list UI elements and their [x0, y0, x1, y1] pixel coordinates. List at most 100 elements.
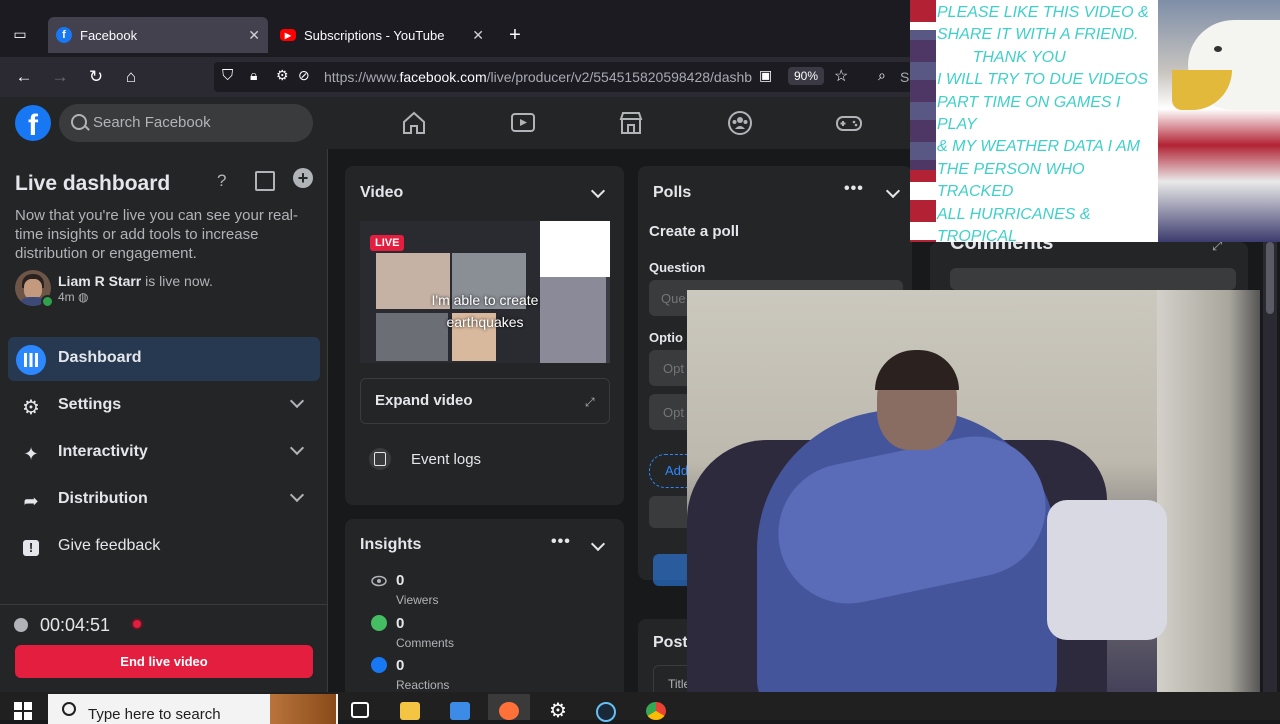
comments-filter[interactable] — [950, 268, 1236, 290]
facebook-logo-icon[interactable]: f — [15, 105, 51, 141]
url-bar[interactable]: ⛉ 🔒︎ ⚙ ⊘ https://www.facebook.com/live/p… — [214, 62, 974, 92]
video-caption: I'm able to create earthquakes — [431, 292, 539, 330]
dashboard-description: Now that you're live you can see your re… — [15, 207, 299, 262]
url-text[interactable]: https://www.facebook.com/live/producer/v… — [324, 69, 752, 85]
watch-icon[interactable] — [509, 109, 537, 137]
reactions-label: Reactions — [396, 678, 450, 692]
groups-icon[interactable] — [726, 109, 754, 137]
chevron-down-icon[interactable] — [885, 183, 901, 199]
sidebar-item-label: Settings — [58, 396, 122, 413]
sidebar-item-distribution[interactable]: ➦ Distribution — [8, 478, 320, 522]
reactions-count: 0 — [396, 657, 405, 674]
facebook-f-icon: f — [56, 27, 72, 43]
settings-icon[interactable]: ⚙ — [537, 694, 579, 722]
page-title: Live dashboard — [15, 172, 171, 195]
sidebar-item-settings[interactable]: ⚙ Settings — [8, 384, 320, 428]
more-options-icon[interactable]: ••• — [551, 533, 571, 551]
home-icon[interactable]: ⌂ — [119, 65, 143, 89]
card-title: Post — [653, 634, 688, 651]
video-card: Video LIVE I'm able to create earthquake… — [345, 166, 624, 505]
bookmark-star-icon[interactable]: ☆ — [834, 66, 848, 86]
steam-icon[interactable] — [585, 694, 627, 722]
reader-view-icon[interactable]: ▣ — [759, 67, 772, 84]
sidebar-item-dashboard[interactable]: Dashboard — [8, 337, 320, 381]
windows-start-icon[interactable] — [14, 702, 32, 720]
comments-count: 0 — [396, 615, 405, 632]
chevron-down-icon — [289, 440, 305, 456]
lock-icon[interactable]: 🔒︎ — [250, 67, 257, 84]
live-duration: 4m ◍ — [58, 290, 89, 304]
file-explorer-icon[interactable] — [389, 694, 431, 720]
webcam-blanket — [1047, 500, 1167, 640]
viewers-count: 0 — [396, 572, 405, 589]
user-name[interactable]: Liam R Starr — [58, 273, 141, 289]
webcam-feed — [687, 290, 1260, 720]
help-icon[interactable]: ? — [217, 171, 226, 191]
home-icon[interactable] — [400, 109, 428, 137]
tab-facebook[interactable]: f Facebook ✕ — [48, 17, 268, 53]
online-status-dot — [41, 295, 54, 308]
live-status-line: Liam R Starr is live now. — [58, 273, 213, 289]
taskbar-search-placeholder: Type here to search — [88, 706, 221, 723]
search-icon — [62, 702, 76, 716]
card-title: Insights — [360, 536, 422, 553]
layout-toggle-icon[interactable] — [255, 171, 275, 191]
eye-icon — [371, 573, 387, 589]
tab-youtube[interactable]: ▶ Subscriptions - YouTube ✕ — [272, 17, 492, 53]
tab-title: Subscriptions - YouTube — [304, 27, 445, 43]
chevron-down-icon[interactable] — [590, 536, 606, 552]
chevron-down-icon — [289, 487, 305, 503]
facebook-header: f — [0, 97, 915, 150]
sidebar-item-label: Give feedback — [58, 537, 161, 554]
shield-icon[interactable]: ⛉ — [222, 67, 233, 84]
scrollbar[interactable] — [1263, 242, 1277, 720]
sidebar-item-give-feedback[interactable]: ! Give feedback — [8, 525, 320, 569]
zoom-level[interactable]: 90% — [788, 67, 825, 85]
webcam-person-hair — [875, 350, 959, 390]
card-title: Polls — [653, 184, 692, 201]
search-icon[interactable]: ⌕ — [878, 67, 886, 84]
end-live-video-button[interactable]: End live video — [15, 645, 313, 678]
marketplace-icon[interactable] — [617, 109, 645, 137]
expand-video-button[interactable]: Expand video ⤢ — [360, 378, 610, 424]
more-options-icon[interactable]: ••• — [844, 180, 864, 198]
chevron-down-icon[interactable] — [590, 183, 606, 199]
feedback-icon: ! — [16, 533, 46, 563]
insights-card: Insights ••• 0 Viewers 0 Comments 0 Reac… — [345, 519, 624, 699]
viewers-label: Viewers — [396, 593, 439, 607]
live-badge: LIVE — [370, 235, 405, 251]
permissions-icon[interactable]: ⚙ — [276, 67, 289, 84]
share-icon: ➦ — [23, 490, 39, 511]
microsoft-store-icon[interactable] — [439, 694, 481, 720]
sidebar-item-interactivity[interactable]: ✦ Interactivity — [8, 431, 320, 475]
live-dashboard-sidebar: Live dashboard ? + Now that you're live … — [0, 149, 328, 692]
tab-title: Facebook — [80, 27, 138, 43]
globe-icon: ◍ — [78, 290, 89, 304]
back-icon[interactable]: ← — [12, 65, 36, 89]
options-label: Optio — [649, 330, 683, 345]
chrome-icon[interactable] — [635, 694, 677, 720]
task-view-icon[interactable] — [339, 694, 381, 720]
firefox-icon[interactable] — [488, 694, 530, 720]
forward-icon[interactable]: → — [48, 65, 72, 89]
search-input[interactable] — [91, 113, 295, 132]
event-logs-icon[interactable] — [369, 448, 391, 470]
divider — [0, 604, 327, 605]
camera-off-icon[interactable]: ⊘ — [298, 67, 310, 84]
event-logs-link[interactable]: Event logs — [411, 451, 481, 468]
new-tab-icon[interactable]: + — [503, 23, 527, 47]
webcam-wall — [1157, 290, 1260, 720]
search-icon — [71, 114, 87, 130]
tab-list-icon[interactable]: ▭ — [8, 22, 32, 46]
sidebar-item-label: Dashboard — [58, 349, 142, 366]
close-icon[interactable]: ✕ — [248, 27, 260, 44]
gaming-icon[interactable] — [835, 109, 863, 137]
scrollbar-thumb[interactable] — [1266, 242, 1274, 314]
reload-icon[interactable]: ↻ — [84, 65, 108, 89]
add-circle-icon[interactable]: + — [293, 168, 313, 188]
youtube-play-icon: ▶ — [280, 29, 296, 41]
close-icon[interactable]: ✕ — [472, 27, 484, 44]
video-preview[interactable]: LIVE I'm able to create earthquakes — [360, 221, 610, 363]
question-label: Question — [649, 260, 706, 275]
facebook-search[interactable] — [59, 104, 313, 142]
